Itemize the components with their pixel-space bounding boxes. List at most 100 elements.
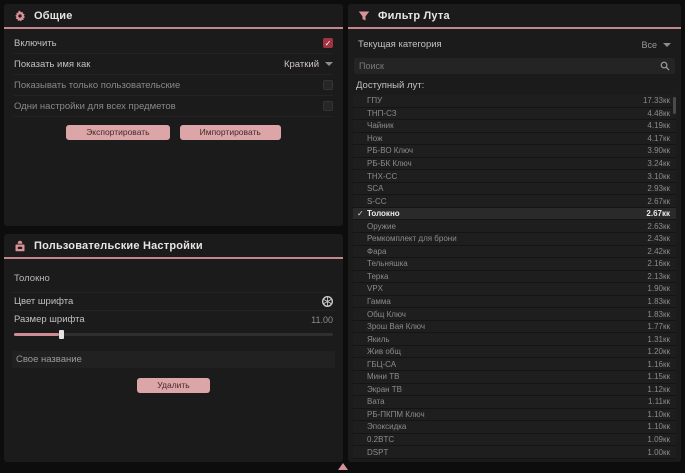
custom-name-input[interactable] (12, 351, 335, 368)
loot-item-name: Нож (367, 134, 383, 143)
loot-row[interactable]: ТНП-СЗ 4.48кк (353, 108, 676, 121)
loot-row[interactable]: Экран ТВ 1.12кк (353, 384, 676, 397)
loot-item-value: 2.63кк (647, 222, 670, 231)
loot-item-name: Тельняшка (367, 259, 408, 268)
general-panel: Общие Включить ✓ Показать имя как Кратки… (4, 4, 343, 226)
loot-item-value: 1.00кк (647, 448, 670, 457)
display-name-value: Краткий (284, 59, 319, 70)
loot-item-value: 1.90кк (647, 284, 670, 293)
available-loot-label: Доступный лут: (352, 74, 677, 95)
loot-item-value: 4.19кк (647, 121, 670, 130)
slider-fill (14, 333, 59, 336)
loot-row[interactable]: Оружие 2.63кк (353, 220, 676, 233)
loot-item-value: 17.33кк (643, 96, 670, 105)
loot-item-name: ГПУ (367, 96, 382, 105)
loot-row[interactable]: Якиль 1.31кк (353, 333, 676, 346)
loot-row[interactable]: ✓ Толокно 2.67кк (353, 208, 676, 221)
loot-item-name: Фара (367, 247, 386, 256)
loot-item-name: РБ-ПКПМ Ключ (367, 410, 425, 419)
loot-item-name: 0.2BTC (367, 435, 394, 444)
loot-row[interactable]: Тельняшка 2.16кк (353, 258, 676, 271)
category-value: Все (641, 40, 657, 50)
loot-row[interactable]: SCA 2.93кк (353, 183, 676, 196)
category-dropdown[interactable]: Все (641, 40, 671, 50)
loot-row[interactable]: 0.2BTC 1.09кк (353, 434, 676, 447)
loot-row[interactable]: Чайник 4.19кк (353, 120, 676, 133)
loot-row[interactable]: Жив общ 1.20кк (353, 346, 676, 359)
loot-item-name: VPX (367, 284, 383, 293)
loot-item-name: Гамма (367, 297, 391, 306)
gear-icon (14, 10, 26, 22)
loot-item-name: Общ Ключ (367, 310, 406, 319)
loot-row[interactable]: Общ Ключ 1.83кк (353, 308, 676, 321)
only-custom-checkbox[interactable] (323, 80, 333, 90)
scrollbar-handle[interactable] (673, 97, 676, 114)
loot-item-name: ТНП-СЗ (367, 109, 397, 118)
loot-item-value: 1.83кк (647, 297, 670, 306)
loot-item-value: 2.67кк (647, 197, 670, 206)
enable-row: Включить ✓ (14, 33, 333, 54)
selected-check-icon: ✓ (357, 210, 367, 218)
loot-row[interactable]: Терка 2.13кк (353, 271, 676, 284)
loot-row[interactable]: ТНХ-СС 3.10кк (353, 170, 676, 183)
search-input[interactable] (359, 61, 660, 71)
same-settings-checkbox[interactable] (323, 101, 333, 111)
loot-row[interactable]: РБ-БК Ключ 3.24кк (353, 158, 676, 171)
custom-panel-title: Пользовательские Настройки (34, 240, 203, 252)
filter-panel-header: Фильтр Лута (348, 4, 681, 27)
loot-item-value: 1.12кк (647, 385, 670, 394)
export-button[interactable]: Экспортировать (66, 125, 169, 140)
same-settings-label: Одни настройки для всех предметов (14, 101, 176, 112)
loot-item-name: Жив общ (367, 347, 401, 356)
import-button[interactable]: Импортировать (180, 125, 281, 140)
loot-row[interactable]: РБ-ВО Ключ 3.90кк (353, 145, 676, 158)
loot-item-value: 3.24кк (647, 159, 670, 168)
loot-row[interactable]: Гамма 1.83кк (353, 296, 676, 309)
selected-item-name: Толокно (12, 267, 335, 292)
loot-item-name: DSPT (367, 448, 388, 457)
loot-row[interactable]: Мини ТВ 1.15кк (353, 371, 676, 384)
loot-row[interactable]: Вата 1.11кк (353, 396, 676, 409)
delete-button[interactable]: Удалить (137, 378, 209, 393)
loot-row[interactable]: ГБЦ-СА 1.16кк (353, 358, 676, 371)
loot-item-value: 3.10кк (647, 172, 670, 181)
slider-handle[interactable] (59, 330, 64, 339)
loot-item-name: Якиль (367, 335, 390, 344)
search-icon[interactable] (660, 61, 670, 71)
loot-item-name: РБ-БК Ключ (367, 159, 412, 168)
loot-filter-panel: Фильтр Лута Текущая категория Все Доступ… (348, 4, 681, 462)
window-collapse-arrow-icon[interactable] (338, 463, 348, 470)
loot-item-name: Экран ТВ (367, 385, 402, 394)
loot-row[interactable]: Фара 2.42кк (353, 246, 676, 259)
loot-row[interactable]: VPX 1.90кк (353, 283, 676, 296)
loot-item-name: РБ-ВО Ключ (367, 146, 413, 155)
loot-row[interactable]: Ремкомплект для брони 2.43кк (353, 233, 676, 246)
loot-row[interactable]: РБ-ПКПМ Ключ 1.10кк (353, 409, 676, 422)
font-color-row: Цвет шрифта (12, 292, 335, 310)
color-wheel-icon[interactable] (322, 296, 333, 307)
loot-item-value: 1.20кк (647, 347, 670, 356)
font-size-row: Размер шрифта 11.00 (12, 310, 335, 328)
loot-item-value: 1.31кк (647, 335, 670, 344)
loot-item-name: Терка (367, 272, 388, 281)
loot-row[interactable]: S-CC 2.67кк (353, 195, 676, 208)
loot-item-value: 1.16кк (647, 360, 670, 369)
loot-item-value: 1.10кк (647, 422, 670, 431)
enable-checkbox[interactable]: ✓ (323, 38, 333, 48)
loot-row[interactable]: DSPT 1.00кк (353, 446, 676, 459)
loot-item-value: 2.67кк (646, 209, 670, 218)
loot-row[interactable]: Эпоксидка 1.10кк (353, 421, 676, 434)
same-settings-row: Одни настройки для всех предметов (14, 96, 333, 117)
loot-item-name: Эпоксидка (367, 422, 406, 431)
loot-row[interactable]: Зрош Вая Ключ 1.77кк (353, 321, 676, 334)
loot-item-value: 1.09кк (647, 435, 670, 444)
loot-item-name: Толокно (367, 209, 400, 218)
display-name-dropdown[interactable]: Краткий (284, 59, 333, 70)
loot-row[interactable]: ГПУ 17.33кк (353, 95, 676, 108)
font-size-value: 11.00 (311, 315, 333, 325)
funnel-icon (358, 10, 370, 22)
loot-row[interactable]: Нож 4.17кк (353, 133, 676, 146)
backpack-icon (14, 240, 26, 252)
loot-item-name: Мини ТВ (367, 372, 399, 381)
font-size-slider[interactable] (14, 329, 333, 339)
